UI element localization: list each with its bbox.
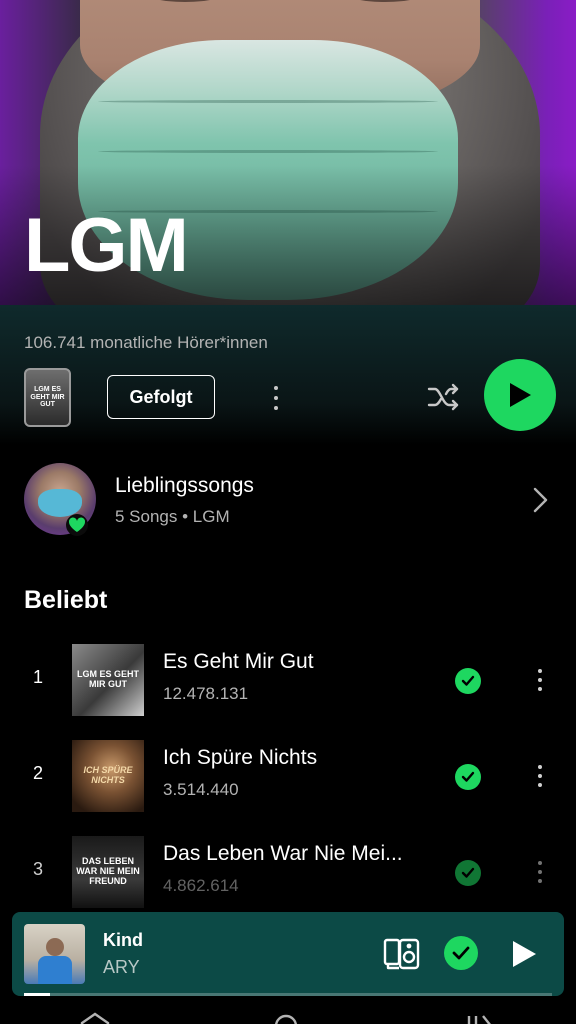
artist-pick-cover-text: LGM ES GEHT MIR GUT (30, 385, 65, 409)
downloaded-check-icon[interactable] (455, 860, 481, 886)
track-more-icon[interactable] (526, 756, 554, 796)
downloaded-check-icon[interactable] (455, 668, 481, 694)
track-title: Ich Spüre Nichts (163, 746, 318, 769)
play-icon (510, 383, 531, 407)
now-playing-cover (24, 924, 85, 984)
track-play-count: 12.478.131 (163, 684, 249, 703)
track-cover: DAS LEBEN WAR NIE MEIN FREUND (72, 836, 144, 908)
follow-button[interactable]: Gefolgt (107, 375, 215, 419)
track-title: Es Geht Mir Gut (163, 650, 314, 673)
track-cover-text: ICH SPÜRE NICHTS (83, 765, 133, 785)
downloaded-check-icon[interactable] (444, 936, 478, 970)
home-icon[interactable] (80, 1012, 110, 1024)
artist-pick-cover[interactable]: LGM ES GEHT MIR GUT (24, 368, 71, 427)
track-play-count: 3.514.440 (163, 780, 239, 799)
playback-progress[interactable] (24, 993, 552, 996)
track-cover-text: DAS LEBEN WAR NIE MEIN FREUND (76, 856, 140, 886)
track-row[interactable]: 2 ICH SPÜRE NICHTS Ich Spüre Nichts 3.51… (0, 736, 576, 816)
track-row[interactable]: 1 LGM ES GEHT MIR GUT Es Geht Mir Gut 12… (0, 640, 576, 720)
downloaded-check-icon[interactable] (455, 764, 481, 790)
track-cover: ICH SPÜRE NICHTS (72, 740, 144, 812)
track-play-count: 4.862.614 (163, 876, 239, 895)
playback-progress-fill (24, 993, 51, 996)
popular-section-title: Beliebt (24, 586, 108, 614)
liked-songs-row[interactable]: Lieblingssongs 5 Songs • LGM (24, 462, 554, 538)
search-icon[interactable] (271, 1012, 301, 1024)
artist-name: LGM (24, 203, 189, 288)
track-rank: 1 (32, 667, 43, 687)
track-row[interactable]: 3 DAS LEBEN WAR NIE MEIN FREUND Das Lebe… (0, 832, 576, 912)
track-rank: 2 (32, 763, 43, 783)
now-playing-title: Kind (103, 930, 143, 950)
mini-player-play-icon[interactable] (509, 938, 539, 970)
library-icon[interactable] (465, 1012, 495, 1024)
track-more-icon[interactable] (526, 852, 554, 892)
chevron-right-icon (530, 486, 550, 514)
liked-songs-subtitle: 5 Songs • LGM (115, 507, 230, 526)
track-title: Das Leben War Nie Mei... (163, 842, 403, 865)
track-rank: 3 (32, 859, 43, 879)
shuffle-icon[interactable] (424, 377, 464, 417)
mini-player[interactable]: Kind ARY (12, 912, 564, 996)
play-button[interactable] (484, 359, 556, 431)
more-options-icon[interactable] (262, 378, 290, 418)
heart-icon (66, 514, 88, 536)
bottom-navigation (0, 998, 576, 1024)
now-playing-artist: ARY (103, 957, 140, 977)
track-more-icon[interactable] (526, 660, 554, 700)
track-cover-text: LGM ES GEHT MIR GUT (76, 669, 139, 689)
liked-songs-title: Lieblingssongs (115, 474, 254, 497)
track-cover: LGM ES GEHT MIR GUT (72, 644, 144, 716)
monthly-listeners: 106.741 monatliche Hörer*innen (24, 333, 268, 352)
connect-device-icon[interactable] (382, 934, 422, 974)
